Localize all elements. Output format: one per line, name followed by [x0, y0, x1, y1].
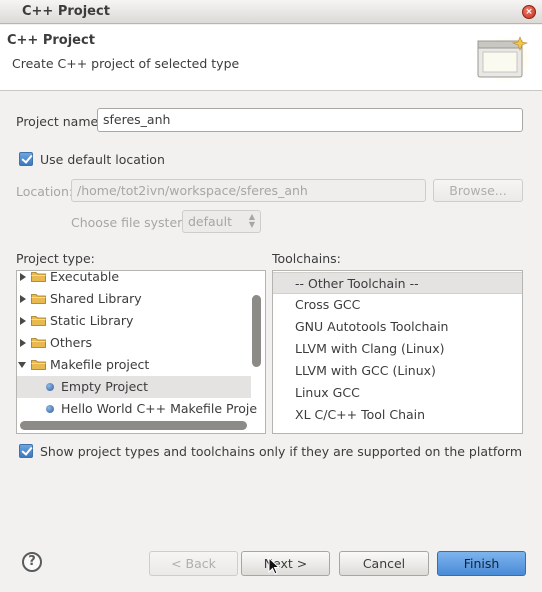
cancel-button[interactable]: Cancel [339, 551, 429, 576]
help-icon[interactable]: ? [22, 552, 42, 572]
location-input[interactable]: /home/tot2ivn/workspace/sferes_anh [71, 179, 426, 202]
tree-item[interactable]: Others [17, 332, 251, 354]
close-icon[interactable]: × [522, 5, 536, 19]
project-name-label: Project name: [16, 114, 103, 129]
back-button[interactable]: < Back [149, 551, 238, 576]
toolchain-item[interactable]: XL C/C++ Tool Chain [273, 404, 522, 426]
use-default-location-checkbox[interactable] [19, 152, 33, 166]
toolchain-item[interactable]: GNU Autotools Toolchain [273, 316, 522, 338]
folder-icon [31, 338, 46, 348]
project-template-icon [46, 405, 54, 413]
tree-vertical-scrollbar[interactable] [252, 295, 261, 367]
toolchain-item[interactable]: Linux GCC [273, 382, 522, 404]
toolchains-label: Toolchains: [272, 251, 341, 266]
project-name-input[interactable]: sferes_anh [97, 108, 523, 132]
folder-icon [31, 272, 46, 282]
folder-icon [31, 316, 46, 326]
tree-item[interactable]: Executable [17, 270, 251, 288]
location-label: Location: [16, 184, 74, 199]
tree-item[interactable]: Empty Project [17, 376, 251, 398]
tree-item[interactable]: Makefile project [17, 354, 251, 376]
tree-item-label: Others [50, 335, 93, 350]
wizard-header: C++ Project Create C++ project of select… [0, 25, 542, 91]
window-titlebar: C++ Project × [0, 0, 542, 24]
tree-item-label: Hello World C++ Makefile Proje [61, 401, 258, 416]
toolchains-list[interactable]: -- Other Toolchain -- Cross GCC GNU Autoto… [272, 270, 523, 434]
finish-button[interactable]: Finish [437, 551, 526, 576]
folder-icon [31, 294, 46, 304]
tree-item[interactable]: Hello World C++ Makefile Proje [17, 398, 257, 420]
tree-item-label: Executable [50, 270, 120, 284]
tree-item-label: Static Library [50, 313, 134, 328]
tree-item-label: Makefile project [50, 357, 150, 372]
window-title: C++ Project [22, 4, 110, 19]
file-system-label: Choose file system: [71, 215, 194, 230]
expand-right-arrow-icon[interactable] [20, 339, 26, 347]
browse-button[interactable]: Browse... [433, 179, 523, 202]
project-template-icon [46, 383, 54, 391]
toolchain-item[interactable]: Cross GCC [273, 294, 522, 316]
next-button[interactable]: Next > [241, 551, 330, 576]
tree-horizontal-scrollbar[interactable] [20, 421, 247, 430]
file-system-value: default [188, 214, 232, 229]
tree-item[interactable]: Static Library [17, 310, 251, 332]
project-type-label: Project type: [16, 251, 95, 266]
tree-item-label: Shared Library [50, 291, 142, 306]
toolchain-item[interactable]: LLVM with Clang (Linux) [273, 338, 522, 360]
toolchain-item[interactable]: LLVM with GCC (Linux) [273, 360, 522, 382]
expand-right-arrow-icon[interactable] [20, 295, 26, 303]
project-type-tree[interactable]: Executable Shared Library Static Library Ot… [16, 270, 266, 434]
file-system-select[interactable]: default ▲ ▼ [182, 210, 261, 233]
show-supported-only-checkbox[interactable] [19, 444, 33, 458]
toolchain-item[interactable]: -- Other Toolchain -- [273, 272, 522, 294]
expand-right-arrow-icon[interactable] [20, 317, 26, 325]
tree-item[interactable]: Shared Library [17, 288, 251, 310]
page-description: Create C++ project of selected type [12, 56, 240, 71]
expand-down-arrow-icon[interactable] [18, 362, 26, 368]
folder-icon [31, 360, 46, 370]
show-supported-only-label: Show project types and toolchains only i… [40, 444, 523, 459]
page-title: C++ Project [7, 33, 95, 48]
use-default-location-label: Use default location [40, 152, 165, 167]
mouse-pointer-icon [268, 557, 280, 575]
spinner-arrows-icon: ▲ ▼ [248, 212, 255, 229]
new-project-wizard-icon [477, 35, 530, 83]
tree-item-label: Empty Project [61, 379, 149, 394]
expand-right-arrow-icon[interactable] [20, 273, 26, 281]
